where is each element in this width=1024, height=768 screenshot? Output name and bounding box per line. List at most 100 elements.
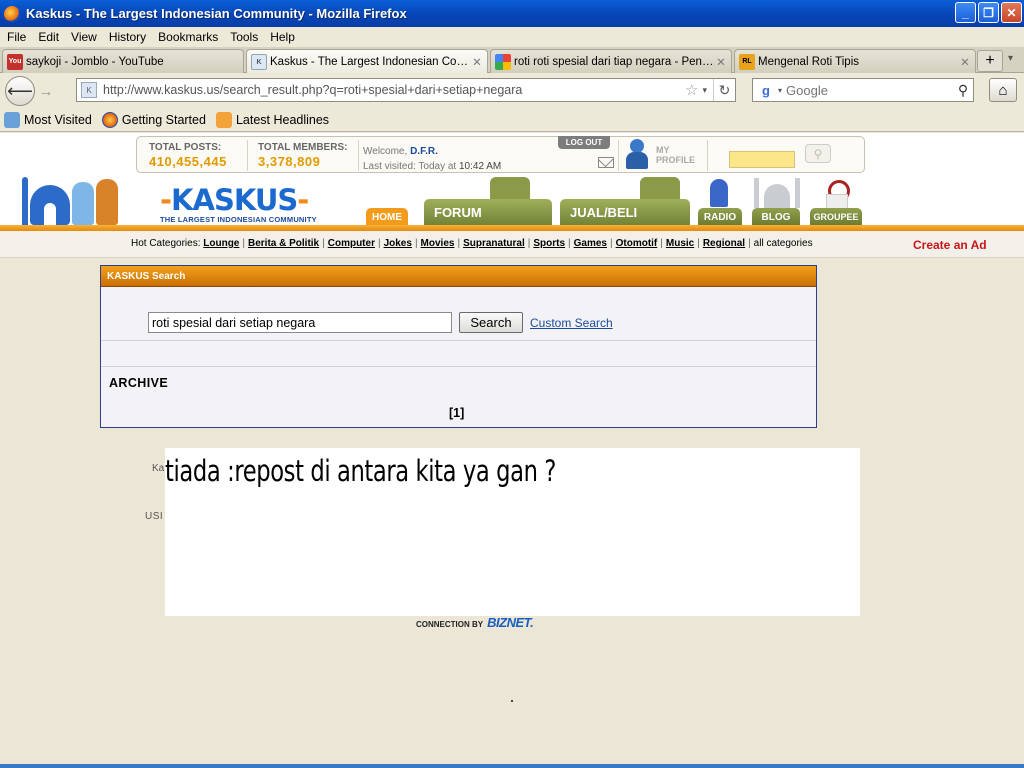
search-icon[interactable]: ⚲ — [953, 82, 973, 99]
radio-mascot-icon — [710, 179, 728, 207]
url-bar[interactable]: K http://www.kaskus.us/search_result.php… — [76, 78, 736, 102]
caption-overlay: tiada :repost di antara kita ya gan ? — [165, 448, 860, 616]
tab-youtube[interactable]: You saykoji - Jomblo - YouTube — [2, 49, 244, 73]
bookmark-latest-headlines[interactable]: Latest Headlines — [215, 111, 330, 128]
tab-label: saykoji - Jomblo - YouTube — [26, 55, 164, 68]
mail-icon[interactable] — [598, 157, 614, 168]
menu-help[interactable]: Help — [270, 30, 295, 44]
category-sports[interactable]: Sports — [533, 238, 565, 249]
menu-history[interactable]: History — [109, 30, 146, 44]
username-link[interactable]: D.F.R. — [410, 146, 438, 157]
bookmark-label: Latest Headlines — [235, 112, 330, 127]
category-jokes[interactable]: Jokes — [384, 238, 412, 249]
search-row: Search Custom Search — [148, 312, 613, 333]
category-music[interactable]: Music — [666, 238, 694, 249]
minimize-button[interactable]: _ — [955, 2, 976, 23]
divider — [247, 140, 248, 171]
kaskus-search-panel: KASKUS Search Search Custom Search ARCHI… — [100, 265, 817, 428]
forward-button[interactable]: → — [36, 82, 56, 100]
menu-bookmarks[interactable]: Bookmarks — [158, 30, 218, 44]
bookmark-getting-started[interactable]: Getting Started — [101, 111, 206, 128]
category-movies[interactable]: Movies — [421, 238, 455, 249]
connection-label: CONNECTION BY — [416, 620, 484, 629]
category-computer[interactable]: Computer — [328, 238, 375, 249]
hot-categories: Hot Categories: Lounge | Berita & Politik |… — [131, 238, 813, 249]
tab-close-icon[interactable]: ✕ — [958, 55, 972, 69]
close-window-button[interactable]: ✕ — [1001, 2, 1022, 23]
firefox-icon — [4, 5, 20, 22]
new-tab-button[interactable]: + — [977, 50, 1003, 72]
logout-button[interactable]: LOG OUT — [558, 136, 610, 149]
nav-groupee[interactable]: GROUPEE — [810, 208, 862, 226]
bookmarks-toolbar: Most Visited Getting Started Latest Head… — [0, 108, 1024, 132]
nav-home[interactable]: HOME — [366, 208, 408, 226]
kaskus-logo[interactable]: -KASKUS- THE LARGEST INDONESIAN COMMUNIT… — [160, 185, 328, 225]
web-search-input[interactable] — [786, 82, 953, 98]
url-text[interactable]: http://www.kaskus.us/search_result.php?q… — [103, 83, 685, 97]
maximize-button[interactable]: ❐ — [978, 2, 999, 23]
window-title: Kaskus - The Largest Indonesian Communit… — [26, 6, 407, 21]
nav-jual-beli[interactable]: JUAL/BELI — [560, 199, 690, 226]
google-search-engine-icon[interactable]: g — [758, 82, 774, 98]
window-bottom-border — [0, 764, 1024, 768]
dot — [511, 700, 513, 702]
menu-tools[interactable]: Tools — [230, 30, 258, 44]
category-supranatural[interactable]: Supranatural — [463, 238, 525, 249]
header-search-input[interactable] — [729, 151, 795, 168]
category-lounge[interactable]: Lounge — [203, 238, 239, 249]
tab-google[interactable]: roti roti spesial dari tiap negara - Pen… — [490, 49, 732, 73]
category-games[interactable]: Games — [574, 238, 607, 249]
bookmark-star-icon[interactable]: ☆ — [685, 81, 698, 99]
custom-search-link[interactable]: Custom Search — [530, 316, 613, 330]
hot-categories-label: Hot Categories: — [131, 238, 201, 249]
last-visited-text: Last visited: Today at — [363, 161, 457, 172]
search-engine-dropdown-icon[interactable]: ▾ — [778, 86, 782, 95]
welcome-text: Welcome, — [363, 146, 408, 157]
menu-file[interactable]: File — [7, 30, 26, 44]
last-visited-time: 10:42 AM — [458, 161, 502, 172]
hot-categories-bar: Hot Categories: Lounge | Berita & Politik |… — [0, 231, 1024, 258]
tab-strip: You saykoji - Jomblo - YouTube K Kaskus … — [0, 47, 1024, 74]
header-search-icon[interactable]: ⚲ — [805, 144, 831, 163]
kaskus-icon: K — [251, 54, 267, 70]
menu-edit[interactable]: Edit — [38, 30, 59, 44]
total-posts-label: TOTAL POSTS: — [149, 142, 222, 153]
tab-close-icon[interactable]: ✕ — [714, 55, 728, 69]
my-profile-line-1: MY — [656, 145, 670, 155]
pagination-page-1[interactable]: [1] — [449, 406, 464, 420]
category-all[interactable]: all categories — [754, 238, 813, 249]
connection-by: CONNECTION BY BIZNET. — [416, 615, 534, 630]
tab-kaskus[interactable]: K Kaskus - The Largest Indonesian Comm..… — [246, 49, 488, 74]
category-otomotif[interactable]: Otomotif — [616, 238, 658, 249]
nav-radio[interactable]: RADIO — [698, 208, 742, 226]
home-button[interactable]: ⌂ — [989, 78, 1017, 102]
search-query-input[interactable] — [148, 312, 452, 333]
url-dropdown-icon[interactable]: ▾ — [702, 85, 707, 96]
nav-forum[interactable]: FORUM — [424, 199, 552, 226]
tab-roti-tipis[interactable]: RL Mengenal Roti Tipis ✕ — [734, 49, 976, 73]
divider — [358, 140, 359, 171]
reload-icon[interactable]: ↻ — [713, 79, 735, 101]
mascot-illustration — [22, 177, 122, 227]
logo-tagline: THE LARGEST INDONESIAN COMMUNITY — [160, 215, 317, 224]
site-identity-icon[interactable]: K — [81, 82, 97, 98]
logo-word-a: KAS — [171, 183, 235, 217]
category-berita-politik[interactable]: Berita & Politik — [248, 238, 319, 249]
total-members-value: 3,378,809 — [258, 154, 321, 169]
bookmark-most-visited[interactable]: Most Visited — [4, 111, 92, 128]
search-button[interactable]: Search — [459, 312, 523, 333]
rss-icon — [215, 111, 232, 128]
stats-box: TOTAL POSTS: 410,455,445 TOTAL MEMBERS: … — [136, 136, 865, 173]
back-button[interactable]: ⟵ — [5, 76, 35, 106]
tab-close-icon[interactable]: ✕ — [470, 55, 484, 69]
category-regional[interactable]: Regional — [703, 238, 745, 249]
web-search-bar: g ▾ ⚲ — [752, 78, 974, 102]
divider — [618, 140, 619, 171]
google-icon — [495, 53, 511, 70]
tab-list-icon[interactable]: ▾ — [1008, 53, 1013, 64]
create-ad-link[interactable]: Create an Ad — [913, 238, 987, 252]
nav-blog[interactable]: BLOG — [752, 208, 800, 226]
menu-view[interactable]: View — [71, 30, 97, 44]
my-profile-link[interactable]: MY PROFILE — [656, 145, 695, 165]
profile-avatar-icon[interactable] — [623, 139, 651, 169]
